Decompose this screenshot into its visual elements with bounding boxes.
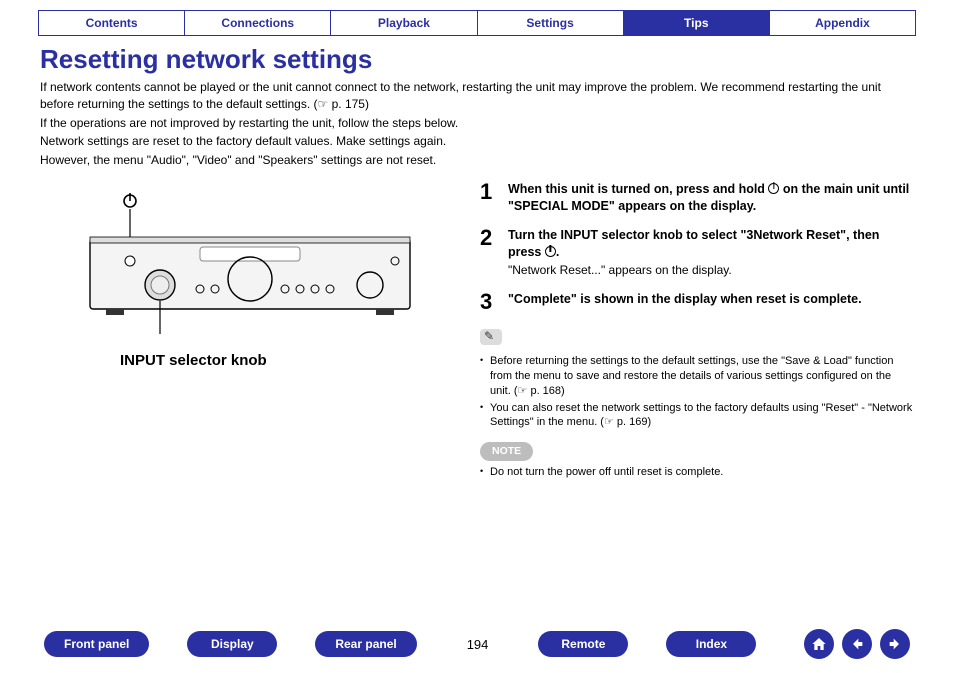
step-1-text-a: When this unit is turned on, press and h… xyxy=(508,182,768,196)
front-panel-button[interactable]: Front panel xyxy=(44,631,149,657)
arrow-left-icon xyxy=(849,636,865,652)
tab-appendix[interactable]: Appendix xyxy=(769,10,916,36)
step-2: 2 Turn the INPUT selector knob to select… xyxy=(480,227,914,280)
tab-playback[interactable]: Playback xyxy=(330,10,477,36)
input-selector-label: INPUT selector knob xyxy=(40,350,460,371)
pointer-icon: ☞ xyxy=(518,385,528,397)
steps-column: 1 When this unit is turned on, press and… xyxy=(460,181,914,482)
intro-line-1: If network contents cannot be played or … xyxy=(40,80,881,111)
page-number: 194 xyxy=(455,637,501,652)
pointer-icon: ☞ xyxy=(318,97,329,111)
step-2-text-a: Turn the INPUT selector knob to select "… xyxy=(508,228,879,259)
power-icon xyxy=(768,183,779,194)
pointer-icon: ☞ xyxy=(604,416,614,428)
diagram-column: INPUT selector knob xyxy=(40,181,460,482)
step-2-text-b: . xyxy=(556,245,559,259)
note-bullet-1: Before returning the settings to the def… xyxy=(480,354,914,399)
power-icon xyxy=(545,246,556,257)
step-1: 1 When this unit is turned on, press and… xyxy=(480,181,914,215)
note-bullet-2: You can also reset the network settings … xyxy=(480,401,914,431)
prev-button[interactable] xyxy=(842,629,872,659)
home-icon xyxy=(811,636,827,652)
step-2-number: 2 xyxy=(480,227,508,280)
notes-list: Before returning the settings to the def… xyxy=(480,354,914,430)
step-1-number: 1 xyxy=(480,181,508,215)
rear-panel-button[interactable]: Rear panel xyxy=(315,631,416,657)
note-pencil-icon xyxy=(480,329,502,345)
display-button[interactable]: Display xyxy=(187,631,277,657)
intro-text: If network contents cannot be played or … xyxy=(40,79,914,169)
remote-button[interactable]: Remote xyxy=(538,631,628,657)
intro-line-2: If the operations are not improved by re… xyxy=(40,115,914,132)
intro-line-4: However, the menu "Audio", "Video" and "… xyxy=(40,152,914,169)
note-warning: Do not turn the power off until reset is… xyxy=(480,465,914,480)
tab-contents[interactable]: Contents xyxy=(38,10,185,36)
top-tabs: Contents Connections Playback Settings T… xyxy=(0,0,954,36)
index-button[interactable]: Index xyxy=(666,631,756,657)
next-button[interactable] xyxy=(880,629,910,659)
note-badge: NOTE xyxy=(480,442,533,461)
device-diagram xyxy=(70,189,430,339)
content-area: If network contents cannot be played or … xyxy=(0,79,954,482)
step-3-number: 3 xyxy=(480,291,508,313)
page-title: Resetting network settings xyxy=(40,44,914,75)
step-3: 3 "Complete" is shown in the display whe… xyxy=(480,291,914,313)
note-warning-list: Do not turn the power off until reset is… xyxy=(480,465,914,480)
intro-ref-1: p. 175) xyxy=(328,97,369,111)
home-button[interactable] xyxy=(804,629,834,659)
step-2-sub: "Network Reset..." appears on the displa… xyxy=(508,262,914,279)
step-3-title: "Complete" is shown in the display when … xyxy=(508,291,914,308)
tab-tips[interactable]: Tips xyxy=(623,10,770,36)
arrow-right-icon xyxy=(887,636,903,652)
intro-line-3: Network settings are reset to the factor… xyxy=(40,133,914,150)
tab-settings[interactable]: Settings xyxy=(477,10,624,36)
tab-connections[interactable]: Connections xyxy=(184,10,331,36)
bottom-nav: Front panel Display Rear panel 194 Remot… xyxy=(0,629,954,659)
